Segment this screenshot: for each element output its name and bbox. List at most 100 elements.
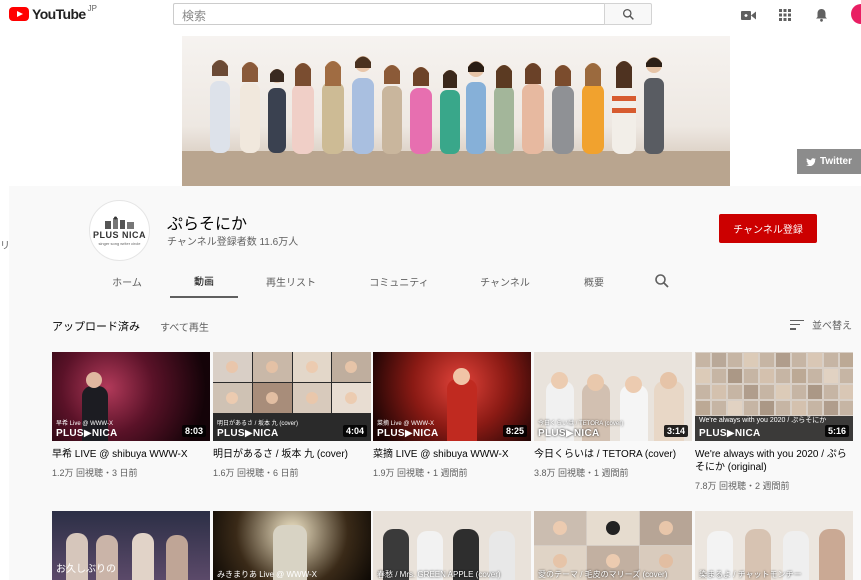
tab-about[interactable]: 概要 <box>565 264 623 298</box>
singer-silhouette <box>132 533 154 580</box>
video-meta: 3.8万 回視聴・1 週間前 <box>534 468 629 478</box>
thumb-brand: PLUS▶NICA <box>377 428 439 439</box>
thumb-overlay-text: 明日があるさ / 坂本 九 (cover) <box>217 421 299 427</box>
avatar-logo-text: PLUS NICA <box>92 229 146 240</box>
video-card[interactable]: 今日くらいは / TETORA (cover) PLUS▶NICA 3:14 今… <box>534 352 692 479</box>
thumb-brand: PLUS▶NICA <box>217 428 279 439</box>
avatar-tagline: singer song writer circle <box>98 240 141 246</box>
video-thumbnail[interactable]: みきまりあ Live @ WWW-X <box>213 511 371 580</box>
logo-region: JP <box>87 3 97 13</box>
videos-section: アップロード済み すべて再生 並べ替え 早希 Live @ WWW-X PLUS… <box>9 298 861 580</box>
singer-silhouette <box>620 385 648 441</box>
top-bar: YouTube JP 検索 <box>0 0 861 30</box>
video-title[interactable]: 菜摘 LIVE @ shibuya WWW-X <box>373 448 531 461</box>
thumb-caption: お久しぶりの <box>56 564 116 575</box>
thumb-overlay-text: 早希 Live @ WWW-X <box>56 421 113 427</box>
twitter-label: Twitter <box>819 156 853 167</box>
video-thumbnail[interactable]: 明日があるさ / 坂本 九 (cover) PLUS▶NICA 4:04 <box>213 352 371 441</box>
video-card[interactable]: We're always with you 2020 / ぷらそにか PLUS▶… <box>695 352 853 492</box>
video-thumbnail[interactable]: We're always with you 2020 / ぷらそにか PLUS▶… <box>695 352 853 441</box>
thumb-overlay-text: 菜摘 Live @ WWW-X <box>377 421 434 427</box>
video-duration: 8:03 <box>181 425 206 437</box>
tab-channels[interactable]: チャンネル <box>471 264 539 298</box>
video-thumbnail[interactable]: 愛のテーマ / 毛皮のマリーズ (cover) <box>534 511 692 580</box>
performer-silhouette <box>447 379 477 441</box>
section-title: アップロード済み <box>52 321 140 333</box>
banner-image <box>182 36 730 186</box>
performer-head <box>86 372 102 388</box>
video-card[interactable]: 早希 Live @ WWW-X PLUS▶NICA 8:03 早希 LIVE @… <box>52 352 210 479</box>
logo-text: YouTube <box>32 6 86 22</box>
video-duration: 8:25 <box>502 425 527 437</box>
sort-button[interactable]: 並べ替え <box>790 317 852 332</box>
performer-head <box>453 368 470 385</box>
video-thumbnail[interactable]: 染まるよ / チャットモンチー <box>695 511 853 580</box>
tab-community[interactable]: コミュニティ <box>358 264 440 298</box>
thumb-caption: みきまりあ Live @ WWW-X <box>217 570 317 579</box>
youtube-logo[interactable]: YouTube JP <box>9 3 97 22</box>
group-photo <box>182 56 730 186</box>
search-icon <box>622 8 634 20</box>
tab-home[interactable]: ホーム <box>93 264 161 298</box>
video-card[interactable]: 明日があるさ / 坂本 九 (cover) PLUS▶NICA 4:04 明日が… <box>213 352 371 479</box>
video-meta: 1.2万 回視聴・3 日前 <box>52 468 138 478</box>
video-thumbnail[interactable]: 早希 Live @ WWW-X PLUS▶NICA 8:03 <box>52 352 210 441</box>
create-video-button[interactable] <box>740 7 756 23</box>
video-camera-icon <box>740 10 756 20</box>
play-all-link[interactable]: すべて再生 <box>160 319 209 334</box>
apps-button[interactable] <box>777 7 793 23</box>
search-button[interactable] <box>604 3 652 25</box>
search-input[interactable]: 検索 <box>173 3 605 25</box>
thumb-caption: 染まるよ / チャットモンチー <box>699 570 802 579</box>
thumb-brand: PLUS▶NICA <box>538 428 600 439</box>
video-duration: 5:16 <box>824 425 849 437</box>
notifications-button[interactable] <box>813 7 829 23</box>
video-duration: 3:14 <box>663 425 688 437</box>
thumb-brand: PLUS▶NICA <box>56 428 118 439</box>
sort-icon <box>790 319 804 330</box>
channel-banner <box>9 36 861 186</box>
singer-head <box>551 372 568 389</box>
youtube-play-icon <box>9 7 29 21</box>
channel-header: PLUS NICA singer song writer circle ぷらそに… <box>9 186 861 298</box>
thumb-caption: 春愁 / Mrs. GREEN APPLE (cover) <box>377 570 501 579</box>
video-thumbnail[interactable]: 菜摘 Live @ WWW-X PLUS▶NICA 8:25 <box>373 352 531 441</box>
twitter-link-button[interactable]: Twitter <box>797 149 861 174</box>
singer-head <box>625 376 642 393</box>
twitter-bird-icon <box>805 157 816 166</box>
channel-tabs: ホーム 動画 再生リスト コミュニティ チャンネル 概要 <box>9 264 861 298</box>
singer-head <box>660 372 677 389</box>
video-meta: 1.6万 回視聴・6 日前 <box>213 468 299 478</box>
bell-icon <box>815 9 827 22</box>
singer-head <box>587 374 604 391</box>
channel-avatar[interactable]: PLUS NICA singer song writer circle <box>89 200 150 261</box>
channel-search-icon[interactable] <box>654 273 670 289</box>
video-duration: 4:04 <box>342 425 367 437</box>
tab-playlists[interactable]: 再生リスト <box>257 264 325 298</box>
thumb-caption: 愛のテーマ / 毛皮のマリーズ (cover) <box>538 570 668 579</box>
singer-silhouette <box>819 529 845 580</box>
plusonica-logo-icon <box>104 216 134 229</box>
thumb-brand: PLUS▶NICA <box>699 428 761 439</box>
thumb-overlay-text: 今日くらいは / TETORA (cover) <box>538 421 624 427</box>
subscribe-button[interactable]: チャンネル登録 <box>719 214 817 243</box>
video-thumbnail[interactable]: 春愁 / Mrs. GREEN APPLE (cover) <box>373 511 531 580</box>
video-thumbnail[interactable]: お久しぶりの <box>52 511 210 580</box>
video-title[interactable]: We're always with you 2020 / ぷらそにか (orig… <box>695 448 853 474</box>
tab-videos[interactable]: 動画 <box>170 264 238 298</box>
video-title[interactable]: 今日くらいは / TETORA (cover) <box>534 448 692 461</box>
video-thumbnail[interactable]: 今日くらいは / TETORA (cover) PLUS▶NICA 3:14 <box>534 352 692 441</box>
user-avatar[interactable] <box>851 4 861 24</box>
left-edge-text: リ <box>0 241 10 252</box>
thumb-overlay-text: We're always with you 2020 / ぷらそにか <box>699 417 827 424</box>
subscriber-count: チャンネル登録者数 11.6万人 <box>167 237 299 248</box>
video-title[interactable]: 早希 LIVE @ shibuya WWW-X <box>52 448 210 461</box>
channel-name: ぷらそにか <box>167 216 248 233</box>
video-card[interactable]: 菜摘 Live @ WWW-X PLUS▶NICA 8:25 菜摘 LIVE @… <box>373 352 531 479</box>
video-meta: 7.8万 回視聴・2 週間前 <box>695 481 790 491</box>
sort-label: 並べ替え <box>812 321 852 332</box>
apps-grid-icon <box>779 9 791 21</box>
singer-silhouette <box>166 535 188 580</box>
video-meta: 1.9万 回視聴・1 週間前 <box>373 468 468 478</box>
video-title[interactable]: 明日があるさ / 坂本 九 (cover) <box>213 448 371 461</box>
